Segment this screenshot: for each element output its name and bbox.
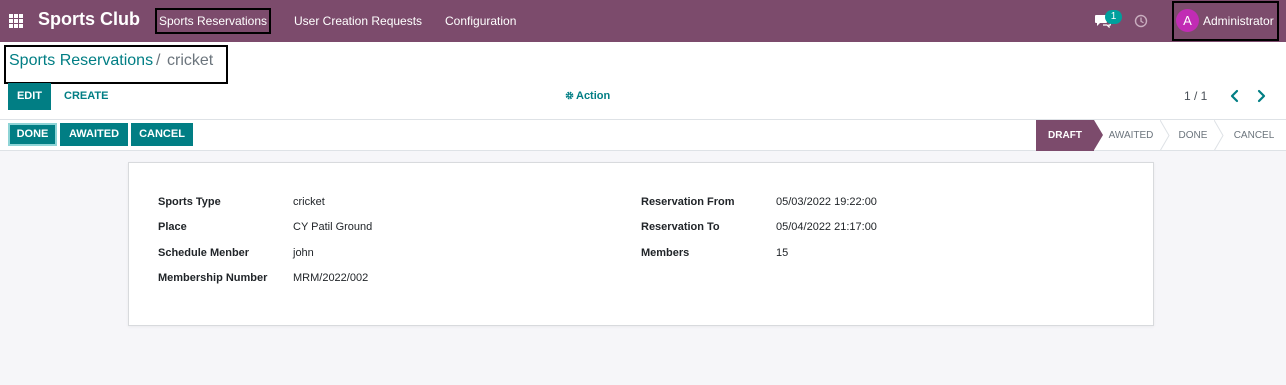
highlight-box xyxy=(155,8,271,34)
menu-sports-reservations[interactable]: Sports Reservations xyxy=(155,0,271,42)
field-value-members: 15 xyxy=(776,247,789,259)
field-label-membership-number: Membership Number xyxy=(158,272,268,284)
clock-icon[interactable] xyxy=(1134,14,1148,28)
field-value-sports-type: cricket xyxy=(293,196,325,208)
stage-awaited[interactable]: AWAITED xyxy=(1102,120,1160,151)
apps-grid-icon[interactable] xyxy=(9,14,23,28)
stage-done[interactable]: DONE xyxy=(1166,120,1220,151)
edit-button[interactable]: EDIT xyxy=(8,83,51,110)
action-dropdown[interactable]: Action xyxy=(565,83,610,110)
stage-cancel[interactable]: CANCEL xyxy=(1224,120,1284,151)
field-label-members: Members xyxy=(641,247,690,259)
avatar[interactable]: A xyxy=(1176,9,1199,32)
control-panel: Sports Reservations / cricket EDIT CREAT… xyxy=(0,42,1286,120)
field-label-sports-type: Sports Type xyxy=(158,196,221,208)
form-sheet: Sports Type cricket Place CY Patil Groun… xyxy=(128,162,1154,326)
create-button[interactable]: CREATE xyxy=(64,83,108,110)
field-value-schedule-member[interactable]: john xyxy=(293,247,314,259)
stage-draft[interactable]: DRAFT xyxy=(1036,120,1103,151)
field-value-reservation-from: 05/03/2022 19:22:00 xyxy=(776,196,877,208)
action-label: Action xyxy=(576,90,611,102)
statusbar: DONE AWAITED CANCEL DRAFT AWAITED DONE C… xyxy=(0,120,1286,151)
field-label-reservation-to: Reservation To xyxy=(641,221,720,233)
field-label-schedule-member: Schedule Menber xyxy=(158,247,250,259)
top-navbar: Sports Club Sports Reservations User Cre… xyxy=(0,0,1286,42)
breadcrumb-parent-link[interactable]: Sports Reservations xyxy=(9,52,153,70)
field-label-place: Place xyxy=(158,221,187,233)
field-value-place[interactable]: CY Patil Ground xyxy=(293,221,372,233)
chevron-right-icon[interactable] xyxy=(1254,89,1268,103)
done-button[interactable]: DONE xyxy=(8,123,57,146)
breadcrumb-current: cricket xyxy=(167,52,214,69)
user-name[interactable]: Administrator xyxy=(1203,14,1274,28)
field-label-reservation-from: Reservation From xyxy=(641,196,735,208)
cancel-button[interactable]: CANCEL xyxy=(131,123,193,146)
pager-value[interactable]: 1 / 1 xyxy=(1184,83,1207,110)
field-value-reservation-to: 05/04/2022 21:17:00 xyxy=(776,221,877,233)
breadcrumb-separator: / xyxy=(156,52,161,69)
stage-divider-icon xyxy=(1214,120,1224,151)
field-value-membership-number: MRM/2022/002 xyxy=(293,272,369,284)
gear-icon xyxy=(565,91,574,100)
chat-count-badge: 1 xyxy=(1105,10,1122,24)
menu-configuration[interactable]: Configuration xyxy=(445,0,516,42)
chevron-left-icon[interactable] xyxy=(1228,89,1242,103)
awaited-button[interactable]: AWAITED xyxy=(60,123,128,146)
menu-user-creation-requests[interactable]: User Creation Requests xyxy=(294,0,422,42)
app-brand[interactable]: Sports Club xyxy=(38,9,140,30)
